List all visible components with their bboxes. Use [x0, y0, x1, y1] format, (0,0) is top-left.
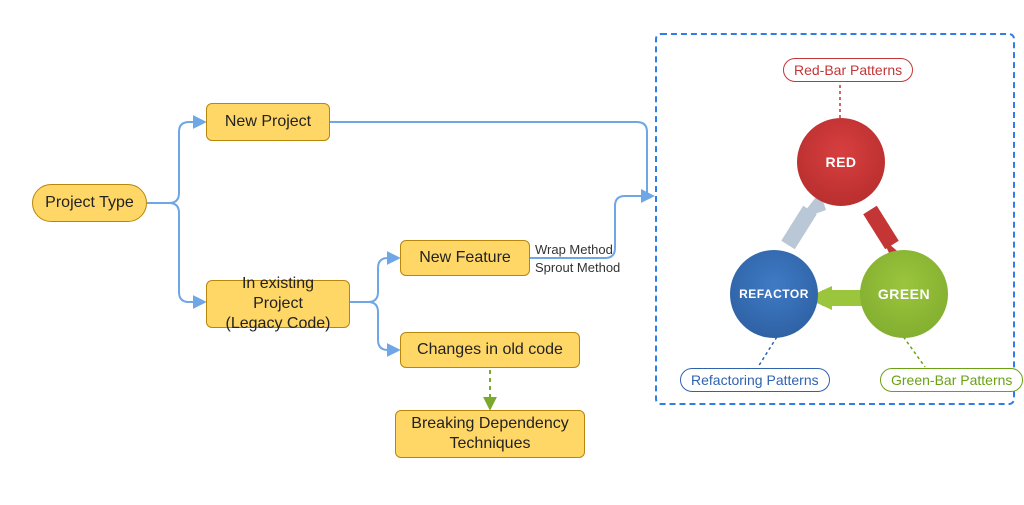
node-new-feature: New Feature — [400, 240, 530, 276]
tdd-cycle-panel — [655, 33, 1015, 405]
annot-sprout-method: Sprout Method — [535, 260, 620, 275]
label-green-bar-patterns: Green-Bar Patterns — [880, 368, 1023, 392]
text: Green-Bar Patterns — [891, 372, 1012, 388]
label: Changes in old code — [417, 340, 563, 360]
text: Refactoring Patterns — [691, 372, 819, 388]
label: REFACTOR — [739, 287, 809, 301]
label: Breaking Dependency Techniques — [411, 414, 568, 454]
label: In existing Project (Legacy Code) — [217, 274, 339, 334]
label: GREEN — [878, 286, 930, 302]
node-new-project: New Project — [206, 103, 330, 141]
circle-green: GREEN — [860, 250, 948, 338]
node-project-type: Project Type — [32, 184, 147, 222]
node-changes-old-code: Changes in old code — [400, 332, 580, 368]
node-breaking-dependency: Breaking Dependency Techniques — [395, 410, 585, 458]
label: RED — [825, 154, 856, 170]
label: Project Type — [45, 193, 134, 213]
label: New Project — [225, 112, 311, 132]
circle-red: RED — [797, 118, 885, 206]
label-refactoring-patterns: Refactoring Patterns — [680, 368, 830, 392]
node-existing-project: In existing Project (Legacy Code) — [206, 280, 350, 328]
annot-wrap-method: Wrap Method — [535, 242, 613, 257]
label: New Feature — [419, 248, 511, 268]
circle-refactor: REFACTOR — [730, 250, 818, 338]
label-red-bar-patterns: Red-Bar Patterns — [783, 58, 913, 82]
text: Red-Bar Patterns — [794, 62, 902, 78]
